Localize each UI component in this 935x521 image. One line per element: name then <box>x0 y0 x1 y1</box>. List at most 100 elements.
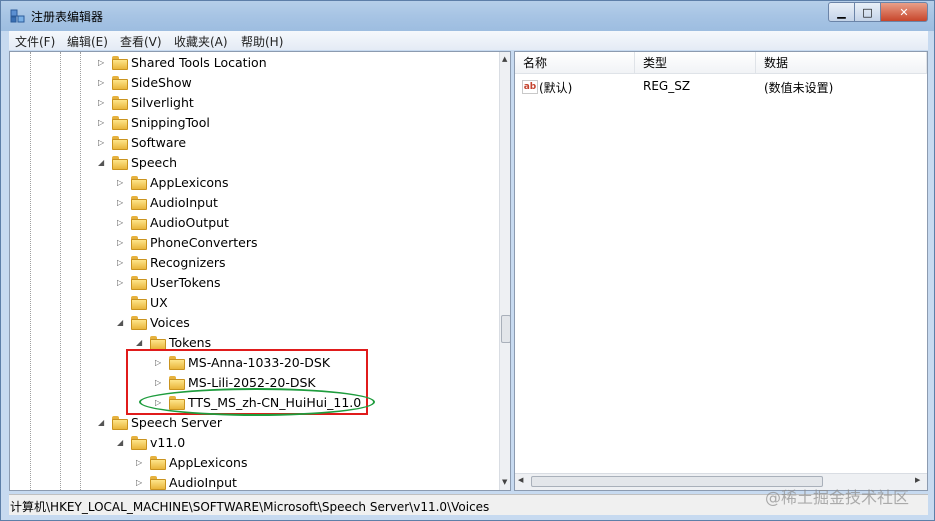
expand-arrow-icon[interactable]: ▷ <box>98 113 108 133</box>
menu-help[interactable]: 帮助(H) <box>241 33 283 50</box>
tree-node[interactable]: ◢ Voices <box>117 313 490 333</box>
tree-node[interactable]: ▷ Shared Tools Location <box>98 53 490 73</box>
folder-icon <box>131 296 147 310</box>
tree-node[interactable]: ◢ Speech Server <box>98 413 490 433</box>
maximize-button[interactable]: □ <box>854 2 881 22</box>
menu-bar: 文件(F) 编辑(E) 查看(V) 收藏夹(A) 帮助(H) <box>9 31 928 50</box>
tree-node[interactable]: ▷ AppLexicons <box>117 173 490 193</box>
menu-view[interactable]: 查看(V) <box>120 33 162 50</box>
tree-node-label: Voices <box>150 315 190 330</box>
expand-arrow-icon[interactable]: ▷ <box>117 253 127 273</box>
regedit-app-icon <box>10 9 25 23</box>
expand-arrow-icon[interactable]: ▷ <box>136 453 146 473</box>
expand-arrow-icon[interactable]: ▷ <box>98 53 108 73</box>
tree-node[interactable]: ▷ AppLexicons <box>136 453 490 473</box>
tree-node[interactable]: ▷ AudioInput <box>136 473 490 490</box>
tree-node-label: SnippingTool <box>131 115 210 130</box>
folder-icon <box>112 156 128 170</box>
values-list[interactable]: 名称 类型 数据 ab (默认) REG_SZ (数值未设置) ◀ ▶ <box>514 51 928 491</box>
tree-node[interactable]: ▷ AudioOutput <box>117 213 490 233</box>
string-value-icon: ab <box>522 80 538 94</box>
tree-node-label: AppLexicons <box>150 175 229 190</box>
folder-icon <box>131 176 147 190</box>
scroll-left-icon[interactable]: ◀ <box>518 476 523 484</box>
folder-icon <box>131 436 147 450</box>
value-data[interactable]: (数值未设置) <box>764 79 833 96</box>
value-type[interactable]: REG_SZ <box>643 79 690 93</box>
tree-vertical-scrollbar[interactable]: ▲ ▼ <box>499 52 510 490</box>
expand-arrow-icon[interactable]: ▷ <box>117 273 127 293</box>
scroll-right-icon[interactable]: ▶ <box>915 476 920 484</box>
tree-node[interactable]: ◢ v11.0 <box>117 433 490 453</box>
column-header-name[interactable]: 名称 <box>515 52 635 74</box>
tree-node-label: UserTokens <box>150 275 221 290</box>
tree-node[interactable]: ▷ Silverlight <box>98 93 490 113</box>
tree-node[interactable]: ▷ PhoneConverters <box>117 233 490 253</box>
folder-icon <box>112 416 128 430</box>
tree-node-label: AudioInput <box>150 195 218 210</box>
tree-guide-line <box>80 52 81 490</box>
watermark-text: @稀土掘金技术社区 <box>765 488 910 507</box>
tree-node[interactable]: ▷ UserTokens <box>117 273 490 293</box>
menu-favorites[interactable]: 收藏夹(A) <box>174 33 228 50</box>
tree-node[interactable]: ▷ SnippingTool <box>98 113 490 133</box>
folder-icon <box>112 96 128 110</box>
minimize-button[interactable]: ▁ <box>828 2 855 22</box>
folder-icon <box>131 276 147 290</box>
close-icon: ✕ <box>899 5 909 19</box>
expand-arrow-icon[interactable]: ▷ <box>98 73 108 93</box>
tree-node[interactable]: UX <box>117 293 490 313</box>
tree-node-label: v11.0 <box>150 435 186 450</box>
tree-node[interactable]: ▷ SideShow <box>98 73 490 93</box>
expand-arrow-icon[interactable]: ▷ <box>117 213 127 233</box>
tree-node-label: AppLexicons <box>169 455 248 470</box>
tree-node[interactable]: ▷ AudioInput <box>117 193 490 213</box>
collapse-arrow-icon[interactable]: ◢ <box>117 313 127 333</box>
folder-icon <box>131 256 147 270</box>
maximize-icon: □ <box>862 5 873 19</box>
column-header-data[interactable]: 数据 <box>756 52 927 74</box>
collapse-arrow-icon[interactable]: ◢ <box>98 413 108 433</box>
tree-node[interactable]: ▷ Recognizers <box>117 253 490 273</box>
scroll-down-icon[interactable]: ▼ <box>502 478 507 486</box>
tree-node-label: Speech <box>131 155 178 170</box>
folder-icon <box>150 336 166 350</box>
minimize-icon: ▁ <box>837 5 846 19</box>
value-name[interactable]: (默认) <box>539 79 572 96</box>
tree-node[interactable]: ▷ Software <box>98 133 490 153</box>
tree-node-label: AudioInput <box>169 475 237 490</box>
window-title: 注册表编辑器 <box>31 10 104 24</box>
tree-scroll-thumb[interactable] <box>501 315 510 343</box>
collapse-arrow-icon[interactable]: ◢ <box>98 153 108 173</box>
expand-arrow-icon[interactable]: ▷ <box>117 173 127 193</box>
folder-icon <box>112 136 128 150</box>
folder-icon <box>150 456 166 470</box>
scroll-up-icon[interactable]: ▲ <box>502 55 507 63</box>
folder-icon <box>131 316 147 330</box>
expand-arrow-icon[interactable]: ▷ <box>117 193 127 213</box>
tree-node-label: Shared Tools Location <box>131 55 267 70</box>
menu-file[interactable]: 文件(F) <box>15 33 55 50</box>
folder-icon <box>131 196 147 210</box>
folder-icon <box>112 76 128 90</box>
tree-node-label: Silverlight <box>131 95 194 110</box>
column-header-type[interactable]: 类型 <box>635 52 756 74</box>
expand-arrow-icon[interactable]: ▷ <box>98 93 108 113</box>
title-bar[interactable]: 注册表编辑器 ▁ □ ✕ <box>1 1 934 31</box>
collapse-arrow-icon[interactable]: ◢ <box>117 433 127 453</box>
tree-node-label: Speech Server <box>131 415 223 430</box>
tree-node-label: SideShow <box>131 75 192 90</box>
folder-icon <box>131 216 147 230</box>
folder-icon <box>131 236 147 250</box>
tree-guide-line <box>60 52 61 490</box>
menu-edit[interactable]: 编辑(E) <box>67 33 108 50</box>
close-button[interactable]: ✕ <box>880 2 928 22</box>
expand-arrow-icon[interactable]: ▷ <box>117 233 127 253</box>
expand-arrow-icon[interactable]: ▷ <box>136 473 146 490</box>
expand-arrow-icon[interactable]: ▷ <box>98 133 108 153</box>
tree-node[interactable]: ◢ Speech <box>98 153 490 173</box>
tree-guide-line <box>30 52 31 490</box>
registry-tree[interactable]: ▷ Shared Tools Location ▷ SideShow ▷ Silverli… <box>9 51 511 491</box>
status-path: 计算机\HKEY_LOCAL_MACHINE\SOFTWARE\Microsof… <box>10 500 490 514</box>
folder-icon <box>112 116 128 130</box>
